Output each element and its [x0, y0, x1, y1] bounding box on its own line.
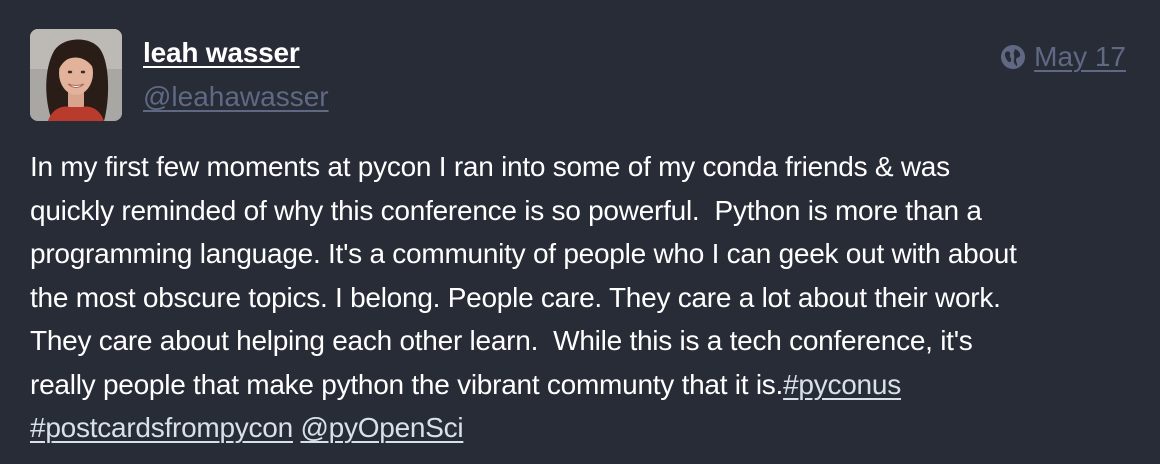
post-content: In my first few moments at pycon I ran i…: [30, 145, 1140, 450]
hashtag-postcardsfrompycon-link[interactable]: #postcardsfrompycon: [30, 412, 293, 443]
content-line: really people that make python the vibra…: [30, 363, 1140, 407]
display-name[interactable]: leah wasser: [143, 36, 300, 70]
content-line: the most obscure topics. I belong. Peopl…: [30, 281, 1001, 313]
hashtag-pyconus-link[interactable]: #pyconus: [783, 369, 901, 400]
content-line: quickly reminded of why this conference …: [30, 194, 982, 226]
avatar-image: [30, 29, 122, 121]
post-date-link[interactable]: May 17: [1034, 40, 1126, 74]
status-meta: May 17: [1000, 40, 1126, 74]
content-line: #postcardsfrompycon @pyOpenSci: [30, 406, 1140, 450]
content-text: really people that make python the vibra…: [30, 368, 784, 400]
content-line: programming language. It's a community o…: [30, 238, 1017, 269]
status-post: leah wasser @leahawasser May 17 In my fi…: [0, 0, 1160, 464]
mention-pyopensci-link[interactable]: @pyOpenSci: [300, 412, 463, 443]
account-handle[interactable]: @leahawasser: [143, 80, 329, 114]
globe-icon: [1000, 44, 1026, 70]
avatar[interactable]: [30, 29, 122, 121]
content-line: In my first few moments at pycon I ran i…: [30, 151, 950, 182]
content-line: They care about helping each other learn…: [30, 325, 973, 356]
